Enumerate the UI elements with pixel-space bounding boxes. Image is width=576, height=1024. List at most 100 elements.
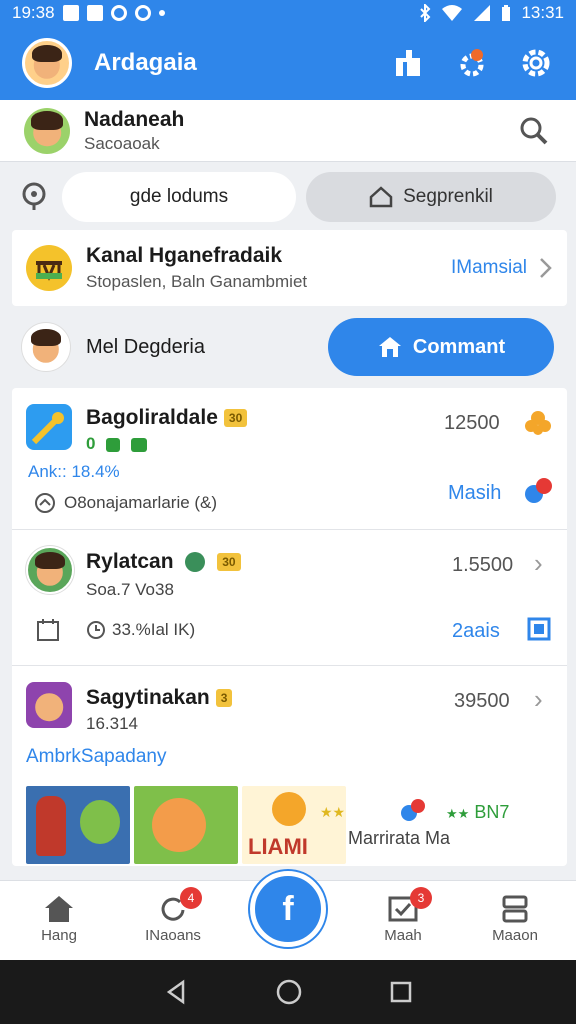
tab-segprenkil[interactable]: Segprenkil bbox=[306, 172, 556, 222]
item-badge: 30 bbox=[223, 409, 248, 428]
item-value: 39500 bbox=[454, 690, 510, 712]
share-icon bbox=[525, 478, 552, 503]
item-line2: Soa.7 Vo38 bbox=[86, 580, 174, 599]
nav-label: INaoans bbox=[145, 927, 201, 944]
channel-icon bbox=[26, 245, 72, 291]
home-icon bbox=[378, 337, 401, 357]
thumbnail-strip: LIAMI bbox=[26, 786, 346, 864]
channel-subtitle: Stopaslen, Baln Ganambmiet bbox=[86, 272, 308, 291]
tabs-row: gde lodums Segprenkil bbox=[0, 170, 576, 224]
system-nav-bar bbox=[0, 960, 576, 1024]
list-item[interactable]: Bagoliraldale 30 0 Ank:: 18.4% O8onajamar… bbox=[12, 388, 567, 530]
avatar-hair bbox=[34, 551, 66, 570]
recents-icon[interactable] bbox=[389, 980, 413, 1004]
commenter-avatar bbox=[22, 323, 70, 371]
tab-label: gde lodums bbox=[129, 186, 229, 207]
items-list: Bagoliraldale 30 0 Ank:: 18.4% O8onajamar… bbox=[12, 388, 567, 866]
item-footer: 33.%Ial IK) bbox=[86, 620, 195, 640]
flower-icon bbox=[525, 411, 551, 435]
character-face bbox=[152, 798, 206, 852]
nav-label: Hang bbox=[41, 927, 77, 944]
promo-caption: Marrirata Ma bbox=[348, 828, 451, 848]
nav-home[interactable]: Hang bbox=[4, 891, 114, 944]
sun-icon bbox=[272, 792, 306, 826]
badge-settings-icon bbox=[460, 49, 484, 77]
item-app-icon bbox=[26, 404, 72, 450]
status-bar: 19:38 13:31 bbox=[0, 0, 576, 26]
image-icon bbox=[130, 437, 147, 452]
thumbnail-image[interactable] bbox=[26, 786, 130, 864]
list-item[interactable]: Rylatcan 30 Soa.7 Vo38 33.%Ial IK) 1.550… bbox=[12, 530, 567, 666]
fab-label: f bbox=[282, 889, 294, 928]
status-time: 19:38 bbox=[12, 3, 55, 22]
location-button[interactable] bbox=[16, 179, 52, 215]
back-icon[interactable] bbox=[163, 979, 189, 1005]
bottom-nav: Hang 4 INaoans f 3 Maah Maaon bbox=[0, 871, 576, 960]
share-icon bbox=[401, 799, 425, 821]
home-outline-icon bbox=[369, 186, 393, 208]
thumbnail-image[interactable]: LIAMI bbox=[242, 786, 346, 864]
chevron-right-icon: › bbox=[534, 548, 543, 578]
nav-maah[interactable]: 3 Maah bbox=[348, 887, 458, 944]
notification-badge: 4 bbox=[180, 887, 202, 909]
battery-icon bbox=[502, 5, 511, 21]
princess-figure bbox=[36, 796, 66, 856]
wifi-icon bbox=[442, 5, 463, 21]
rating-stars-icon: ★★ bbox=[320, 804, 346, 820]
fab-button[interactable]: f bbox=[250, 871, 326, 947]
item-title: Rylatcan 30 bbox=[86, 550, 241, 574]
comment-button[interactable]: Commant bbox=[328, 318, 554, 376]
item-value: 12500 bbox=[444, 412, 500, 434]
thumbnail-image[interactable] bbox=[134, 786, 238, 864]
bridge-icon bbox=[36, 261, 62, 281]
commenter-name: Mel Degderia bbox=[86, 335, 205, 358]
item-title: Bagoliraldale 30 bbox=[86, 406, 248, 430]
user-avatar[interactable] bbox=[22, 38, 72, 88]
badge-settings-button[interactable] bbox=[454, 45, 490, 81]
avatar-hair bbox=[30, 328, 62, 347]
item-stat: Ank:: 18.4% bbox=[28, 462, 120, 481]
more-notifications-icon bbox=[158, 10, 165, 16]
item-app-icon bbox=[26, 682, 72, 728]
leaf-icon bbox=[106, 437, 121, 452]
item-link[interactable]: Masih bbox=[448, 482, 501, 505]
nav-label: Maah bbox=[384, 927, 422, 944]
item-badge: 3 bbox=[215, 689, 233, 708]
item-link[interactable]: 2aais bbox=[452, 620, 500, 643]
comment-button-label: Commant bbox=[412, 335, 506, 358]
sync-icon bbox=[110, 5, 127, 21]
avatar-face bbox=[35, 693, 63, 722]
item-title: Sagytinakan 3 bbox=[86, 686, 233, 710]
home-circle-icon[interactable] bbox=[275, 978, 303, 1006]
globe-icon bbox=[185, 552, 206, 573]
rating-stars-icon: ★★ bbox=[446, 806, 470, 821]
item-badge: 30 bbox=[217, 553, 241, 572]
nav-inaoans[interactable]: 4 INaoans bbox=[118, 887, 228, 944]
notification-icon bbox=[62, 5, 79, 21]
chevron-right-icon: › bbox=[534, 684, 543, 714]
profile-row[interactable]: Nadaneah Sacoaoak bbox=[0, 100, 576, 162]
channel-card[interactable]: Kanal Hganefradaik Stopaslen, Baln Ganam… bbox=[12, 230, 567, 306]
chevron-up-circle-icon bbox=[35, 493, 55, 513]
thumbnail-caption: LIAMI bbox=[248, 834, 308, 859]
goblin-figure bbox=[80, 800, 120, 844]
app-notification-icon bbox=[86, 5, 103, 21]
search-button[interactable] bbox=[516, 113, 552, 149]
item-value: 1.5500 bbox=[452, 554, 514, 576]
item-line2: 16.314 bbox=[86, 714, 138, 733]
clipboard-button[interactable] bbox=[390, 45, 426, 81]
nav-maaon[interactable]: Maaon bbox=[460, 891, 570, 944]
list-item[interactable]: Sagytinakan 3 16.314 AmbrkSapadany 39500 … bbox=[12, 666, 567, 866]
settings-button[interactable] bbox=[518, 45, 554, 81]
status-time-right: 13:31 bbox=[521, 3, 564, 22]
promo-value: ★★ BN7 bbox=[446, 802, 510, 822]
app-title: Ardagaia bbox=[94, 49, 197, 76]
wrench-icon bbox=[31, 412, 64, 445]
channel-link[interactable]: IMamsial bbox=[451, 257, 527, 279]
tab-gde-lodums[interactable]: gde lodums bbox=[62, 172, 296, 222]
avatar-hair bbox=[31, 44, 63, 63]
profile-subtitle: Sacoaoak bbox=[84, 133, 160, 153]
clipboard-icon bbox=[396, 50, 420, 76]
chip-icon bbox=[527, 617, 551, 641]
calendar-icon bbox=[37, 619, 59, 641]
